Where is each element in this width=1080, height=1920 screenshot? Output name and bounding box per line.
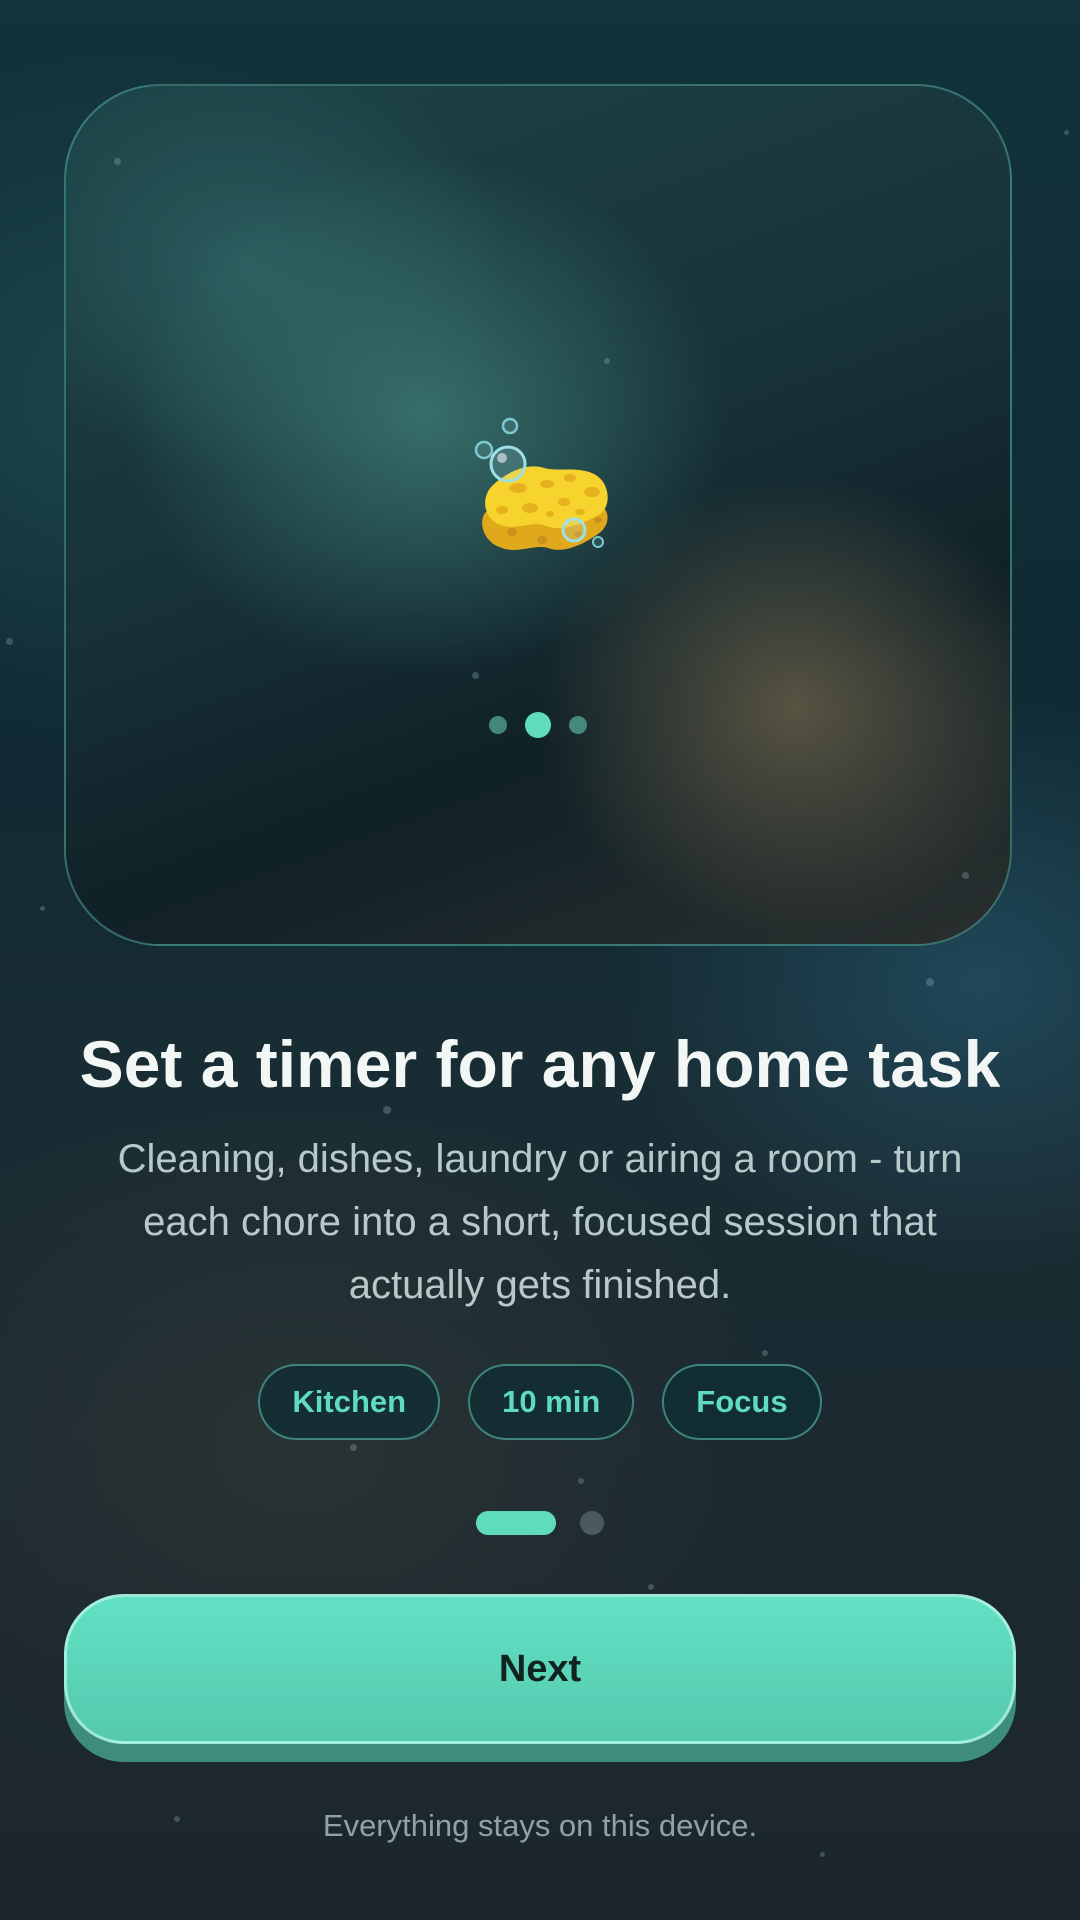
page-description: Cleaning, dishes, laundry or airing a ro… [117,1137,963,1307]
feature-chips: Kitchen 10 min Focus [0,1364,1080,1440]
page-indicator-active [476,1511,556,1535]
carousel-dot-active [525,712,551,738]
card-speck [962,872,969,879]
page-indicator-inactive [580,1511,604,1535]
chip-duration[interactable]: 10 min [468,1364,635,1440]
background-speck [40,906,45,911]
privacy-note: Everything stays on this device. [322,1808,758,1843]
hero-illustration-card [64,84,1012,946]
background-speck [648,1584,654,1590]
page-title: Set a timer for any home task [79,1027,1001,1101]
background-speck [578,1478,584,1484]
card-speck [472,672,479,679]
carousel-dot [489,716,507,734]
card-speck [604,358,610,364]
sponge-icon [474,417,608,550]
background-speck [6,638,13,645]
background-speck [762,1350,768,1356]
carousel-dot [569,716,587,734]
chip-kitchen[interactable]: Kitchen [258,1364,441,1440]
background-speck [350,1444,357,1451]
hero-carousel-dots [66,712,1010,738]
next-button[interactable]: Next [64,1594,1016,1744]
background-speck [926,978,934,986]
background-speck [1064,130,1069,135]
background-speck [820,1852,825,1857]
background-speck [383,1106,391,1114]
card-speck [114,158,121,165]
onboarding-page-indicator [0,1511,1080,1535]
chip-focus[interactable]: Focus [662,1364,822,1440]
